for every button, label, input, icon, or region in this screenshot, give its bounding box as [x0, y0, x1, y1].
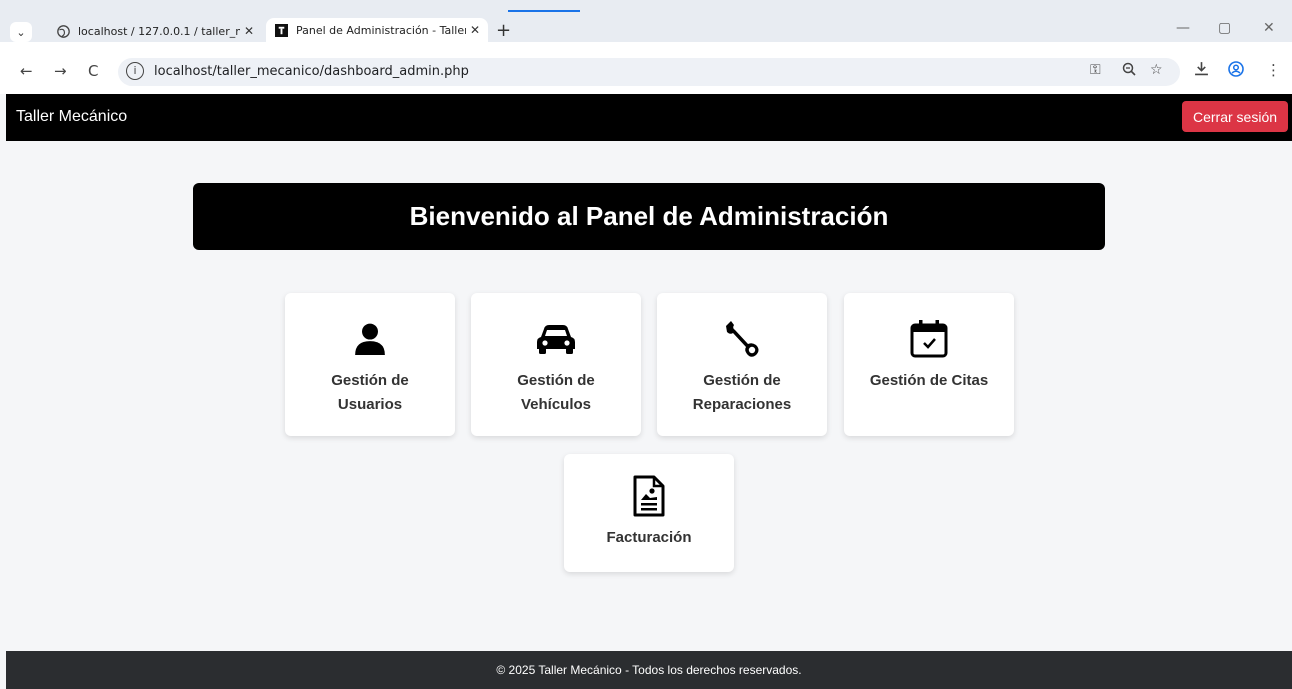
card-label: Gestión de Vehículos [517, 372, 595, 413]
forward-button[interactable]: → [54, 62, 67, 80]
logout-button[interactable]: Cerrar sesión [1182, 101, 1288, 132]
card-label: Gestión de Citas [869, 372, 989, 389]
window-close-button[interactable]: ✕ [1263, 20, 1275, 36]
tab-search-button[interactable]: ⌄ [10, 22, 32, 42]
key-icon[interactable]: ⚿ [1090, 62, 1101, 78]
new-tab-button[interactable]: + [496, 20, 511, 41]
car-icon [532, 319, 580, 359]
wrench-icon [718, 319, 766, 359]
download-icon[interactable] [1194, 61, 1209, 80]
profile-icon[interactable] [1228, 61, 1244, 81]
site-favicon-icon [274, 23, 288, 37]
footer-text: © 2025 Taller Mecánico - Todos los derec… [496, 663, 802, 677]
reload-button[interactable]: C [88, 62, 98, 80]
browser-menu-icon[interactable]: ⋮ [1266, 61, 1281, 79]
card-facturacion[interactable]: Facturación [564, 454, 734, 572]
tab-accent-bar [508, 10, 580, 12]
card-gestion-vehiculos[interactable]: Gestión de Vehículos [471, 293, 641, 436]
bookmark-star-icon[interactable]: ☆ [1150, 62, 1163, 78]
card-gestion-citas[interactable]: Gestión de Citas [844, 293, 1014, 436]
card-label: Facturación [606, 529, 692, 546]
card-label: Gestión de Usuarios [331, 372, 409, 413]
card-gestion-reparaciones[interactable]: Gestión de Reparaciones [657, 293, 827, 436]
chevron-down-icon: ⌄ [16, 26, 26, 39]
app-navbar: Taller Mecánico Cerrar sesión [6, 94, 1292, 141]
tab-title: localhost / 127.0.0.1 / taller_me [78, 24, 240, 38]
url-text[interactable]: localhost/taller_mecanico/dashboard_admi… [154, 64, 469, 79]
user-icon [346, 319, 394, 359]
back-button[interactable]: ← [20, 62, 33, 80]
info-icon[interactable]: i [126, 62, 144, 80]
browser-tab-phpmyadmin[interactable]: localhost / 127.0.0.1 / taller_me ✕ [48, 18, 262, 44]
tab-close-button[interactable]: ✕ [240, 24, 258, 38]
calendar-check-icon [905, 319, 953, 359]
restore-button[interactable]: ▢ [1218, 20, 1231, 36]
card-gestion-usuarios[interactable]: Gestión de Usuarios [285, 293, 455, 436]
invoice-icon [625, 475, 673, 517]
page-title: Bienvenido al Panel de Administración [409, 201, 889, 231]
tab-close-button[interactable]: ✕ [466, 23, 484, 37]
card-label: Gestión de Reparaciones [692, 372, 792, 413]
welcome-banner: Bienvenido al Panel de Administración [193, 183, 1105, 250]
page-footer: © 2025 Taller Mecánico - Todos los derec… [6, 651, 1292, 689]
minimize-button[interactable]: — [1176, 20, 1190, 36]
globe-icon [56, 24, 70, 38]
tab-title: Panel de Administración - Taller [296, 23, 466, 37]
browser-tab-admin[interactable]: Panel de Administración - Taller ✕ [266, 18, 488, 42]
zoom-icon[interactable] [1122, 62, 1136, 80]
navbar-brand[interactable]: Taller Mecánico [16, 108, 127, 126]
